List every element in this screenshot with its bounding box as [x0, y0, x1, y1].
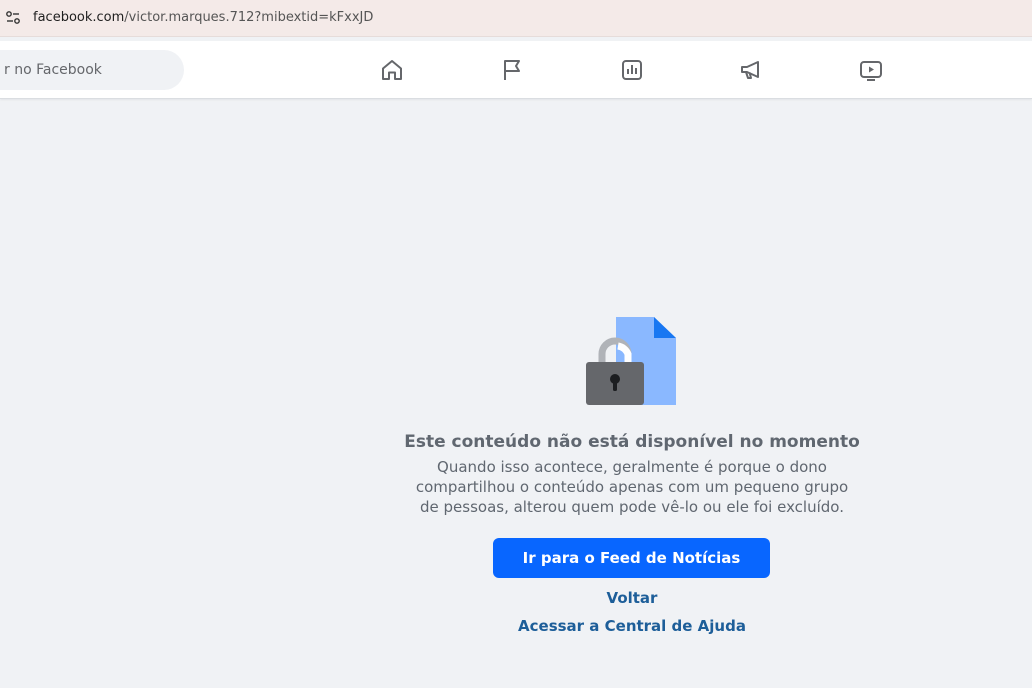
site-settings-icon[interactable]: [4, 9, 22, 27]
locked-content-icon: [586, 317, 676, 405]
nav-pages[interactable]: [488, 53, 536, 87]
back-link[interactable]: Voltar: [432, 589, 832, 607]
url-domain: facebook.com: [33, 10, 125, 25]
video-icon: [860, 61, 882, 81]
megaphone-icon: [741, 61, 759, 79]
flag-icon: [504, 60, 520, 80]
go-to-feed-button[interactable]: Ir para o Feed de Notícias: [493, 538, 770, 578]
url-path: /victor.marques.712?mibextid=kFxxJD: [124, 10, 374, 25]
search-input[interactable]: [0, 50, 184, 90]
unavailable-title: Este conteúdo não está disponível no mom…: [404, 432, 860, 452]
nav-ads[interactable]: [727, 53, 775, 87]
nav-video[interactable]: [847, 53, 895, 87]
url-text[interactable]: facebook.com/victor.marques.712?mibextid…: [33, 10, 373, 25]
nav-home[interactable]: [368, 53, 416, 87]
nav-insights[interactable]: [608, 53, 656, 87]
home-icon: [382, 60, 402, 80]
description-line: compartilhou o conteúdo apenas com um pe…: [415, 478, 849, 496]
help-center-link[interactable]: Acessar a Central de Ajuda: [432, 617, 832, 635]
browser-address-bar: facebook.com/victor.marques.712?mibextid…: [0, 0, 1032, 37]
description-line: Quando isso acontece, geralmente é porqu…: [437, 458, 827, 476]
top-navigation: [0, 41, 1032, 99]
unavailable-description: Quando isso acontece, geralmente é porqu…: [382, 457, 882, 517]
description-line: de pessoas, alterou quem pode vê-lo ou e…: [420, 498, 844, 516]
chart-icon: [622, 60, 642, 80]
